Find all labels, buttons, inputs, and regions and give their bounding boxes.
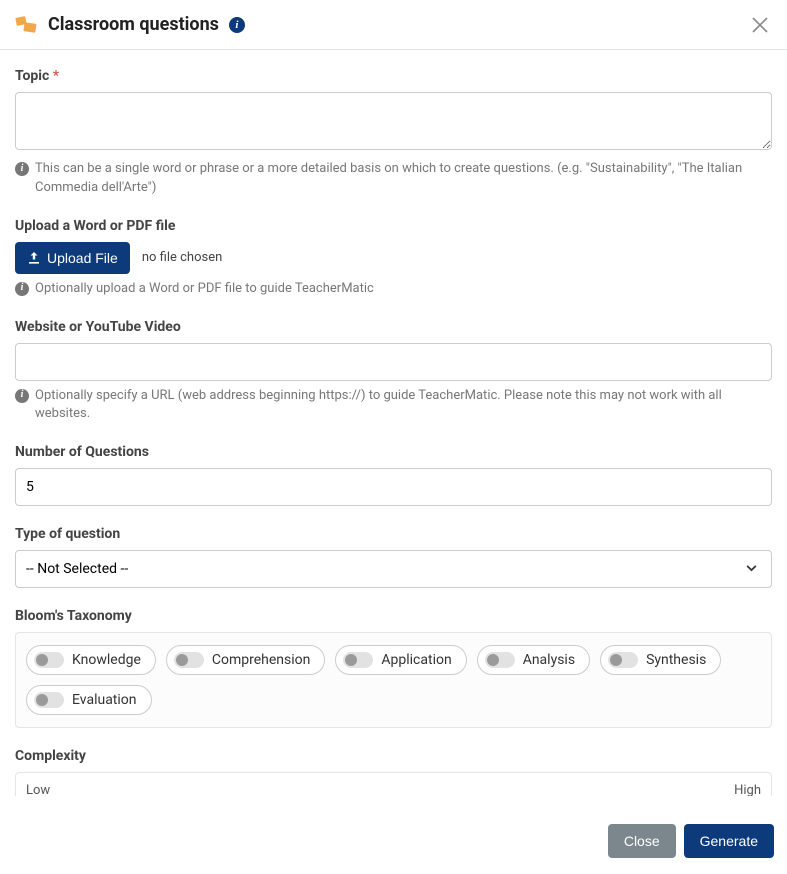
info-icon-sm: i: [15, 389, 29, 403]
required-star: *: [53, 68, 59, 84]
bloom-application[interactable]: Application: [335, 645, 466, 675]
modal-title: Classroom questions: [48, 14, 219, 35]
info-icon[interactable]: i: [229, 17, 245, 33]
website-label: Website or YouTube Video: [15, 319, 772, 335]
modal-header: Classroom questions i: [0, 0, 787, 50]
toggle-switch[interactable]: [608, 652, 638, 668]
upload-icon: [27, 251, 41, 265]
upload-row: Upload File no file chosen: [15, 242, 772, 274]
upload-button[interactable]: Upload File: [15, 242, 130, 274]
type-group: Type of question -- Not Selected --: [15, 526, 772, 588]
topic-label: Topic *: [15, 68, 772, 84]
app-icon: [14, 15, 38, 35]
num-questions-group: Number of Questions: [15, 444, 772, 506]
num-questions-input[interactable]: [15, 468, 772, 506]
modal-footer: Close Generate: [0, 808, 787, 874]
topic-input[interactable]: [15, 92, 772, 150]
bloom-toggles: Knowledge Comprehension Application Anal…: [15, 632, 772, 728]
bloom-comprehension[interactable]: Comprehension: [166, 645, 326, 675]
toggle-switch[interactable]: [34, 652, 64, 668]
bloom-knowledge[interactable]: Knowledge: [26, 645, 156, 675]
topic-help: i This can be a single word or phrase or…: [15, 160, 772, 198]
bloom-label: Bloom's Taxonomy: [15, 608, 772, 624]
bloom-synthesis[interactable]: Synthesis: [600, 645, 721, 675]
bloom-analysis[interactable]: Analysis: [477, 645, 590, 675]
complexity-label: Complexity: [15, 748, 772, 764]
num-questions-label: Number of Questions: [15, 444, 772, 460]
close-icon[interactable]: [751, 16, 769, 34]
upload-label: Upload a Word or PDF file: [15, 218, 772, 234]
bloom-group: Bloom's Taxonomy Knowledge Comprehension…: [15, 608, 772, 728]
upload-group: Upload a Word or PDF file Upload File no…: [15, 218, 772, 299]
upload-help: i Optionally upload a Word or PDF file t…: [15, 280, 772, 299]
generate-button[interactable]: Generate: [684, 824, 774, 858]
toggle-switch[interactable]: [485, 652, 515, 668]
toggle-switch[interactable]: [343, 652, 373, 668]
bloom-evaluation[interactable]: Evaluation: [26, 685, 152, 715]
website-group: Website or YouTube Video i Optionally sp…: [15, 319, 772, 425]
upload-status: no file chosen: [142, 250, 222, 265]
close-button[interactable]: Close: [608, 824, 676, 858]
complexity-group: Complexity Low High: [15, 748, 772, 796]
header-left: Classroom questions i: [14, 14, 245, 35]
complexity-low: Low: [26, 783, 50, 796]
complexity-high: High: [734, 783, 761, 796]
topic-group: Topic * i This can be a single word or p…: [15, 68, 772, 198]
info-icon-sm: i: [15, 162, 29, 176]
info-icon-sm: i: [15, 282, 29, 296]
toggle-switch[interactable]: [174, 652, 204, 668]
website-help: i Optionally specify a URL (web address …: [15, 387, 772, 425]
complexity-slider[interactable]: Low High: [15, 772, 772, 796]
type-select[interactable]: -- Not Selected --: [15, 550, 772, 588]
type-label: Type of question: [15, 526, 772, 542]
modal-body: Topic * i This can be a single word or p…: [0, 50, 787, 796]
toggle-switch[interactable]: [34, 692, 64, 708]
website-input[interactable]: [15, 343, 772, 381]
